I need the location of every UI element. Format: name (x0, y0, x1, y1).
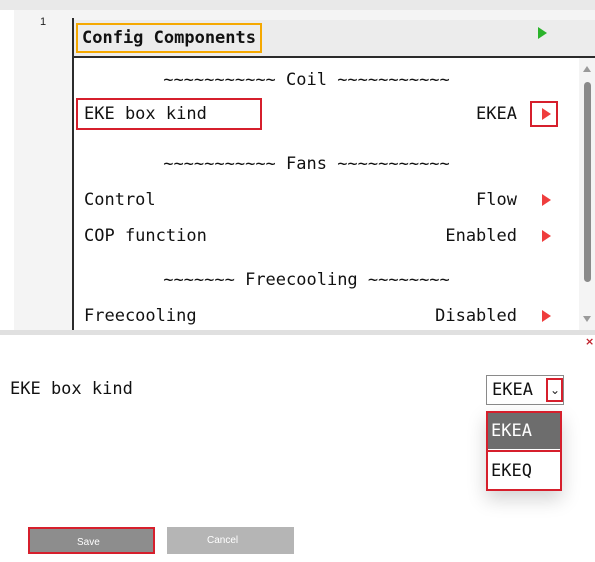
save-button[interactable]: Save (28, 527, 155, 554)
edit-arrow-icon[interactable] (542, 108, 551, 120)
coil-separator: ~~~~~~~~~~~ Coil ~~~~~~~~~~~ (163, 70, 450, 90)
control-value: Flow (476, 190, 517, 210)
scrollbar-thumb[interactable] (584, 82, 591, 282)
fans-separator: ~~~~~~~~~~~ Fans ~~~~~~~~~~~ (163, 154, 450, 174)
edit-arrow-icon[interactable] (542, 310, 551, 322)
select-current-value: EKEA (492, 380, 533, 400)
edit-arrow-icon[interactable] (542, 230, 551, 242)
config-list-panel: 1 Config Components ~~~~~~~~~~~ Coil ~~~… (14, 10, 595, 330)
scroll-up-icon[interactable] (583, 66, 591, 72)
freecooling-separator: ~~~~~~~ Freecooling ~~~~~~~~ (163, 270, 450, 290)
dropdown-option-ekeq[interactable]: EKEQ (488, 453, 560, 489)
list-item-freecooling[interactable]: Freecooling Disabled (74, 300, 579, 332)
section-title[interactable]: Config Components (76, 23, 262, 53)
list-item-eke-box-kind[interactable]: EKE box kind EKEA (74, 98, 579, 130)
dropdown-menu: EKEA EKEQ (486, 411, 562, 491)
row-number-gutter: 1 (14, 10, 72, 330)
freecooling-label: Freecooling (84, 306, 197, 326)
control-label: Control (84, 190, 156, 210)
list-scrollbar[interactable] (579, 58, 595, 330)
highlight-box (488, 450, 560, 452)
list-item-cop-function[interactable]: COP function Enabled (74, 220, 579, 252)
expand-section-icon[interactable] (538, 27, 547, 39)
eke-box-kind-label: EKE box kind (84, 104, 207, 124)
edit-arrow-icon[interactable] (542, 194, 551, 206)
cop-function-value: Enabled (445, 226, 517, 246)
close-icon[interactable]: × (585, 335, 594, 348)
eke-box-kind-select[interactable]: EKEA ⌄ (486, 375, 564, 405)
chevron-down-icon: ⌄ (550, 383, 561, 397)
top-bar (0, 0, 595, 10)
dropdown-option-ekea[interactable]: EKEA (488, 413, 560, 449)
dropdown-toggle[interactable]: ⌄ (546, 378, 563, 402)
editor-field-label: EKE box kind (10, 379, 133, 399)
list-item-control[interactable]: Control Flow (74, 184, 579, 216)
parameter-list: ~~~~~~~~~~~ Coil ~~~~~~~~~~~ EKE box kin… (74, 58, 579, 330)
scroll-down-icon[interactable] (583, 316, 591, 322)
eke-box-kind-value: EKEA (476, 104, 517, 124)
cancel-button[interactable]: Cancel (167, 527, 294, 554)
freecooling-value: Disabled (435, 306, 517, 326)
cop-function-label: COP function (84, 226, 207, 246)
row-number: 1 (40, 16, 47, 28)
panel-divider (0, 330, 595, 335)
